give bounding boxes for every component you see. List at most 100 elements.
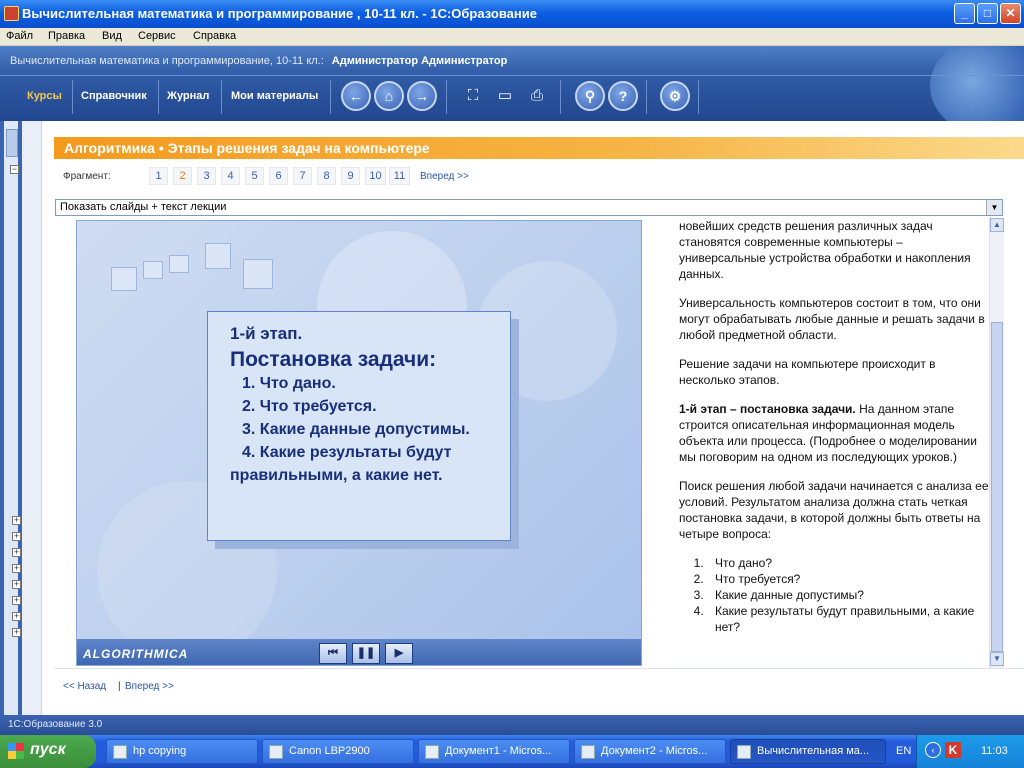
word-document-icon xyxy=(425,745,439,759)
nav-separator: | xyxy=(118,681,121,692)
status-bar: 1С:Образование 3.0 xyxy=(0,715,1024,735)
window-title: Вычислительная математика и программиров… xyxy=(22,6,537,21)
taskbar-button[interactable]: Документ2 - Micros... xyxy=(574,739,726,764)
slide-decoration xyxy=(169,255,189,273)
fragment-link[interactable]: 10 xyxy=(365,167,386,185)
taskbar-button-active[interactable]: Вычислительная ма... xyxy=(730,739,886,764)
list-item: Что дано? xyxy=(707,555,989,571)
slide-decoration xyxy=(243,259,273,289)
fragment-link[interactable]: 5 xyxy=(245,167,264,185)
forward-link[interactable]: Вперед >> xyxy=(125,681,174,692)
lecture-paragraph: Универсальность компьютеров состоит в то… xyxy=(679,296,985,342)
fragment-forward-link[interactable]: Вперед >> xyxy=(420,171,469,182)
slide-item: 1. Что дано. xyxy=(242,375,336,392)
print-icon[interactable]: ⎙ xyxy=(524,84,550,110)
tree-expand-icon[interactable]: + xyxy=(12,628,21,637)
view-mode-value: Показать слайды + текст лекции xyxy=(60,201,227,213)
taskbar-label: Документ1 - Micros... xyxy=(445,745,552,757)
fragment-link[interactable]: 8 xyxy=(317,167,336,185)
fragment-link[interactable]: 4 xyxy=(221,167,240,185)
nav-courses[interactable]: Курсы xyxy=(27,90,62,102)
tree-panel: − xyxy=(10,121,42,715)
fragment-link[interactable]: 3 xyxy=(197,167,216,185)
nav-my-materials[interactable]: Мои материалы xyxy=(231,90,318,102)
taskbar-button[interactable]: hp copying xyxy=(106,739,258,764)
app-icon xyxy=(4,6,19,21)
forward-arrow-icon[interactable]: → xyxy=(407,81,437,111)
lecture-stage-title: 1-й этап – постановка задачи. xyxy=(679,402,856,416)
fragment-link[interactable]: 11 xyxy=(389,167,410,185)
back-link[interactable]: << Назад xyxy=(63,681,106,692)
lecture-scrollbar[interactable]: ▲ ▼ xyxy=(989,218,1004,668)
scroll-thumb[interactable] xyxy=(991,322,1003,652)
slide-control-bar: ALGORITHMICA ⏮ ❚❚ ▶ xyxy=(77,639,641,665)
first-slide-button[interactable]: ⏮ xyxy=(319,643,347,664)
lecture-paragraph: новейших средств решения различных задач… xyxy=(679,219,971,281)
tree-collapse-icon[interactable]: − xyxy=(10,165,19,174)
tree-expand-icon[interactable]: + xyxy=(12,612,21,621)
printer-icon xyxy=(269,745,283,759)
menu-file[interactable]: Файл xyxy=(6,30,33,42)
system-tray: ‹ K 11:03 xyxy=(916,735,1024,768)
slide-viewer: 1-й этап. Постановка задачи: 1. Что дано… xyxy=(76,220,642,666)
list-item: Какие данные допустимы? xyxy=(707,587,989,603)
fragment-link[interactable]: 7 xyxy=(293,167,312,185)
menu-edit[interactable]: Правка xyxy=(48,30,85,42)
course-breadcrumb: Вычислительная математика и программиров… xyxy=(10,55,507,67)
search-icon[interactable]: ⚲ xyxy=(575,81,605,111)
left-rail-handle[interactable] xyxy=(6,129,18,157)
tree-expand-icon[interactable]: + xyxy=(12,596,21,605)
nav-separator xyxy=(158,80,159,114)
start-button[interactable]: пуск xyxy=(0,735,96,768)
tray-arrow-icon[interactable]: ‹ xyxy=(925,742,941,758)
nav-journal[interactable]: Журнал xyxy=(167,90,209,102)
windows-logo-icon xyxy=(8,743,24,759)
fragment-link[interactable]: 9 xyxy=(341,167,360,185)
tree-expand-icon[interactable]: + xyxy=(12,532,21,541)
slide-brand: ALGORITHMICA xyxy=(83,647,189,661)
menu-service[interactable]: Сервис xyxy=(138,30,176,42)
lecture-paragraph: 1-й этап – постановка задачи. На данном … xyxy=(679,401,989,465)
close-button[interactable]: ✕ xyxy=(1000,3,1021,24)
back-arrow-icon[interactable]: ← xyxy=(341,81,371,111)
lecture-text: новейших средств решения различных задач… xyxy=(673,218,989,668)
chevron-down-icon[interactable]: ▼ xyxy=(986,200,1002,215)
tree-expand-icon[interactable]: + xyxy=(12,516,21,525)
pause-button[interactable]: ❚❚ xyxy=(352,643,380,664)
menu-help[interactable]: Справка xyxy=(193,30,236,42)
slide-content-box: 1-й этап. Постановка задачи: 1. Что дано… xyxy=(207,311,511,541)
fragment-link[interactable]: 6 xyxy=(269,167,288,185)
window-title-bar[interactable]: Вычислительная математика и программиров… xyxy=(0,0,1024,28)
antivirus-icon[interactable]: K xyxy=(945,742,961,758)
minimize-button[interactable]: _ xyxy=(954,3,975,24)
taskbar-button[interactable]: Canon LBP2900 xyxy=(262,739,414,764)
scroll-up-icon[interactable]: ▲ xyxy=(990,218,1004,232)
fragment-link-current[interactable]: 2 xyxy=(173,167,192,185)
home-icon[interactable]: ⌂ xyxy=(374,81,404,111)
maximize-button[interactable]: □ xyxy=(977,3,998,24)
left-rail-track xyxy=(4,121,18,715)
tree-expand-icon[interactable]: + xyxy=(12,580,21,589)
tree-expand-icon[interactable]: + xyxy=(12,548,21,557)
question-list: Что дано? Что требуется? Какие данные до… xyxy=(707,555,989,635)
slide-stage: 1-й этап. xyxy=(230,324,303,343)
language-indicator[interactable]: EN xyxy=(896,745,911,757)
presentation-icon[interactable]: ▭ xyxy=(492,84,518,110)
fragment-link[interactable]: 1 xyxy=(149,167,168,185)
list-item: Какие результаты будут правильными, а ка… xyxy=(707,603,989,635)
taskbar-label: hp copying xyxy=(133,745,187,757)
help-icon[interactable]: ? xyxy=(608,81,638,111)
settings-icon[interactable]: ⚙ xyxy=(660,81,690,111)
start-label: пуск xyxy=(30,741,66,758)
view-mode-select[interactable]: Показать слайды + текст лекции ▼ xyxy=(55,199,1003,216)
scroll-down-icon[interactable]: ▼ xyxy=(990,652,1004,666)
word-document-icon xyxy=(581,745,595,759)
fullscreen-icon[interactable]: ⛶ xyxy=(460,84,486,110)
menu-view[interactable]: Вид xyxy=(102,30,122,42)
taskbar-button[interactable]: Документ1 - Micros... xyxy=(418,739,570,764)
slide-item: 2. Что требуется. xyxy=(242,398,377,415)
printer-icon xyxy=(113,745,127,759)
next-slide-button[interactable]: ▶ xyxy=(385,643,413,664)
nav-reference[interactable]: Справочник xyxy=(81,90,147,102)
tree-expand-icon[interactable]: + xyxy=(12,564,21,573)
